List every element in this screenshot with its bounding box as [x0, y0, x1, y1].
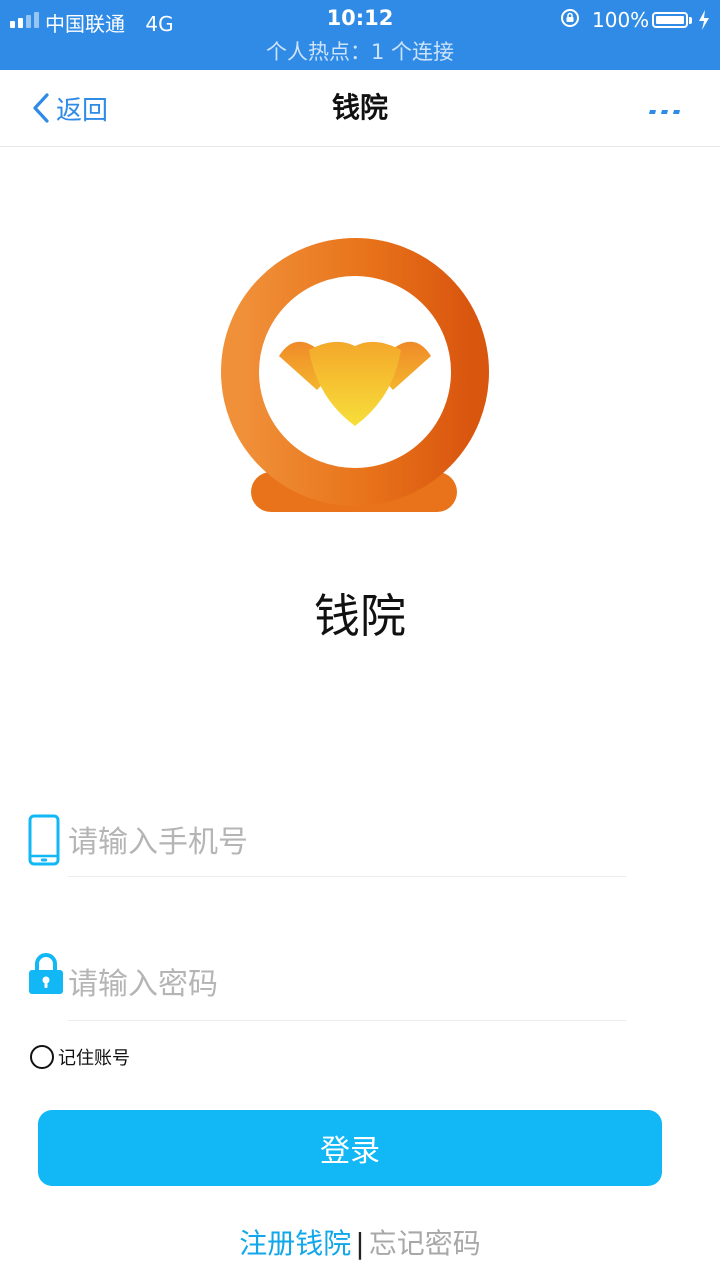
- phone-input[interactable]: [68, 822, 624, 862]
- hotspot-status[interactable]: 个人热点：1 个连接: [0, 36, 720, 66]
- charging-bolt-icon: [699, 10, 709, 30]
- rotation-lock-icon: [561, 9, 579, 27]
- login-button[interactable]: 登录: [38, 1110, 662, 1186]
- remember-account-label: 记住账号: [58, 1048, 130, 1069]
- forgot-password-link[interactable]: 忘记密码: [369, 1227, 481, 1260]
- status-bar: 中国联通 4G 10:12 100% 个人热点：1 个连接: [0, 0, 720, 70]
- phone-field: [28, 806, 628, 886]
- link-separator: |: [355, 1227, 365, 1260]
- remember-account-checkbox[interactable]: 记住账号: [30, 1044, 130, 1070]
- app-name: 钱院: [314, 589, 406, 643]
- bottom-links: 注册钱院 | 忘记密码: [0, 1222, 720, 1262]
- lock-icon: [29, 953, 63, 994]
- phone-icon: [28, 814, 60, 866]
- register-link[interactable]: 注册钱院: [239, 1227, 351, 1260]
- radio-circle-icon: [30, 1045, 54, 1069]
- page-title: 钱院: [331, 91, 388, 124]
- password-input[interactable]: [68, 964, 624, 1004]
- battery-percent: 100%: [592, 8, 650, 32]
- app-logo: [221, 238, 489, 512]
- battery-icon: [652, 12, 688, 28]
- navigation-bar: 返回 钱院: [0, 70, 720, 147]
- password-field: [28, 950, 628, 1030]
- more-icon[interactable]: [640, 94, 690, 122]
